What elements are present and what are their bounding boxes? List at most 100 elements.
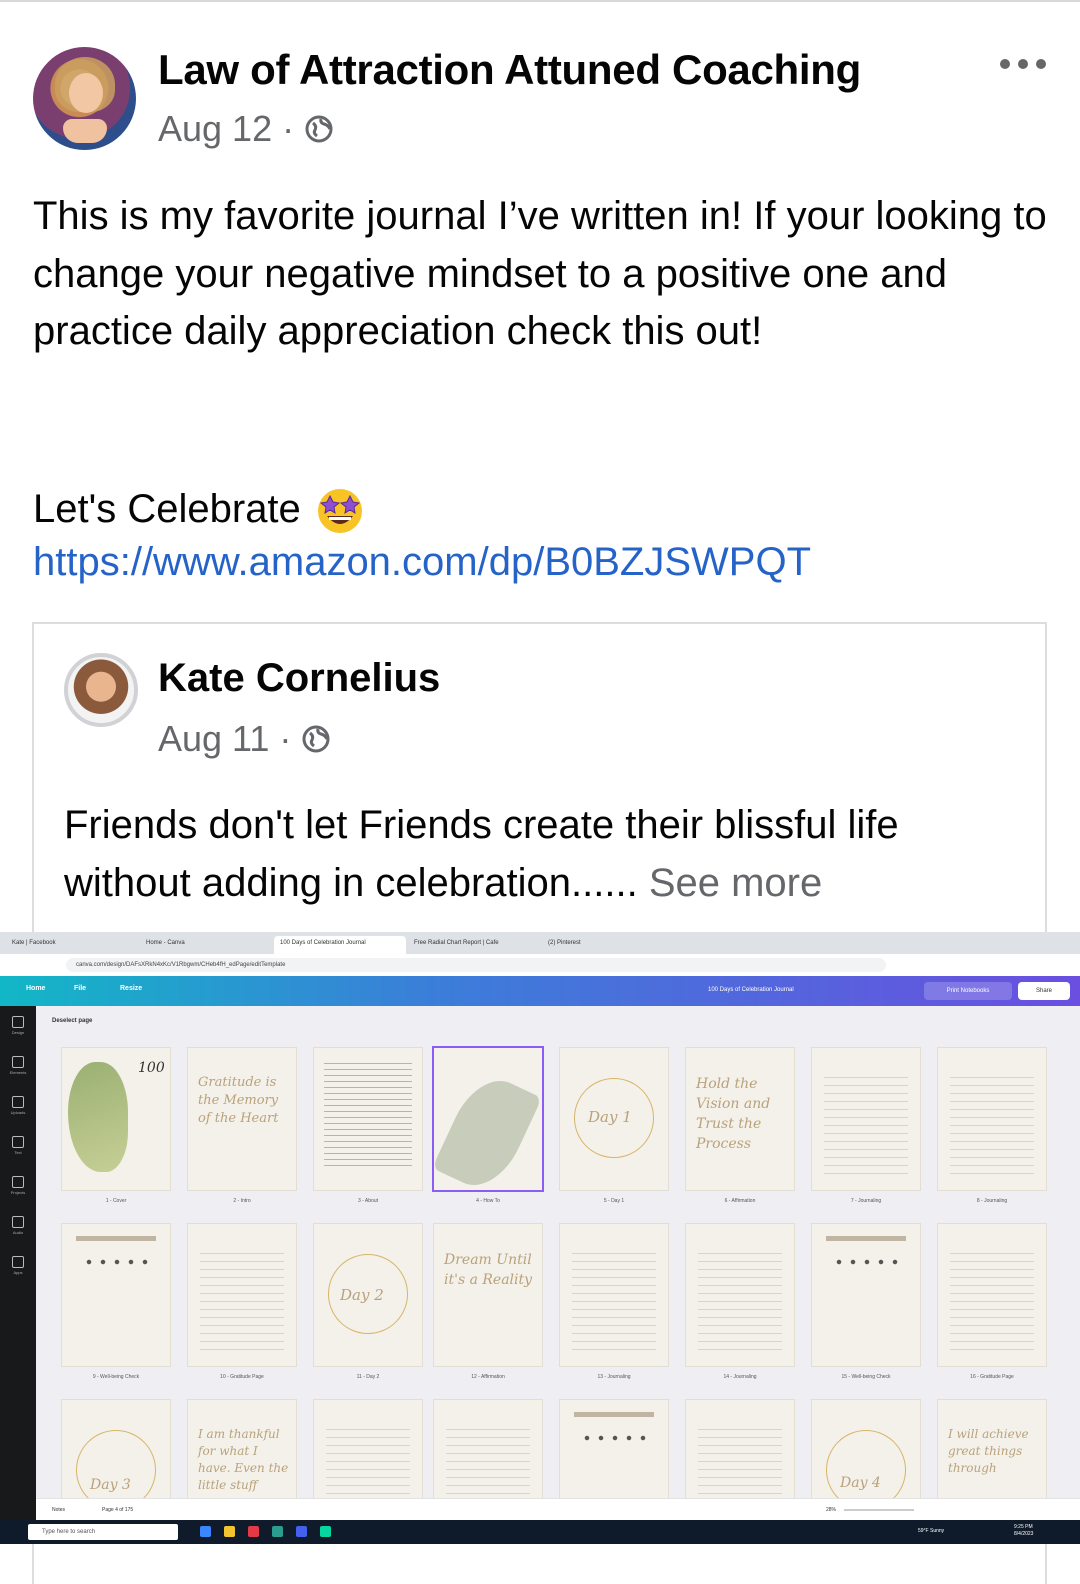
top-divider [0,0,1080,2]
more-options-icon[interactable] [1000,54,1046,74]
clock-time: 9:25 PM [1014,1524,1033,1530]
post-body: This is my favorite journal I’ve written… [33,194,1047,353]
clock[interactable]: 9:25 PM 8/4/2023 [1014,1524,1033,1538]
page-caption: 8 - Journaling [976,1198,1008,1204]
share-button[interactable]: Share [1018,982,1070,1000]
shared-body: Friends don't let Friends create their b… [64,797,1034,912]
post-date[interactable]: Aug 12 · [158,108,294,150]
home-menu[interactable]: Home [26,985,45,992]
print-notebooks-button[interactable]: Print Notebooks [924,982,1012,1000]
page-caption: 14 - Journaling [723,1374,757,1380]
taskbar-search[interactable]: Type here to search [28,1524,178,1540]
sidebar-item-design[interactable]: Design [6,1014,30,1044]
page-thumb-journaling[interactable] [812,1048,920,1190]
browser-tab[interactable]: Free Radial Chart Report | Cafe [408,936,540,954]
zoom-level[interactable]: 28% [826,1507,836,1513]
sidebar-item-uploads[interactable]: Uploads [6,1094,30,1124]
sidebar-item-audio[interactable]: Audio [6,1214,30,1244]
page-thumbnail-grid: 100 Gratitude is the Memory of the Heart… [58,1048,1048,1542]
taskbar-app-icon[interactable] [320,1526,331,1537]
shared-date[interactable]: Aug 11 · [158,718,291,760]
page-caption: 3 - About [357,1198,378,1204]
post-author[interactable]: Law of Attraction Attuned Coaching [158,46,861,94]
canva-screenshot-image[interactable]: Kate | Facebook Home - Canva 100 Days of… [0,932,1080,1544]
see-more-link[interactable]: See more [638,861,822,905]
celebrate-text: Let's Celebrate [33,486,301,531]
taskbar-app-icon[interactable] [272,1526,283,1537]
sidebar-item-elements[interactable]: Elements [6,1054,30,1084]
page-script: Hold the Vision and Trust the Process [696,1076,771,1152]
page-thumb-journaling[interactable] [560,1224,668,1366]
page-thumb-cover[interactable]: 100 [62,1048,170,1190]
page-caption: 1 - Cover [105,1198,127,1204]
taskbar-app-icon[interactable] [248,1526,259,1537]
taskbar-app-icon[interactable] [296,1526,307,1537]
notes-button[interactable]: Notes [52,1507,65,1513]
page-thumb-about[interactable] [314,1048,422,1190]
page-caption: 16 - Gratitude Page [970,1374,1014,1380]
page-thumb-wellbeing-check[interactable] [62,1224,170,1366]
shared-author[interactable]: Kate Cornelius [158,656,440,701]
page-caption: 11 - Day 2 [356,1374,380,1380]
weather-status[interactable]: 59°F Sunny [918,1528,944,1534]
amazon-link[interactable]: https://www.amazon.com/dp/B0BZJSWPQT [33,540,811,585]
address-bar: canva.com/design/DAFsXRkN4xKc/V1Rbgwm/CH… [0,954,1080,977]
page-script: I will achieve great things through [948,1427,1029,1475]
page-caption: 2 - Intro [233,1198,251,1204]
page-thumb-affirmation[interactable]: Dream Until it's a Reality [434,1224,542,1366]
page-caption: 7 - Journaling [850,1198,882,1204]
avatar-face [69,73,103,113]
page-indicator: Page 4 of 175 [102,1507,134,1513]
page-script: Day 1 [588,1108,632,1126]
browser-tab[interactable]: Kate | Facebook [6,936,138,954]
page-thumb-day1[interactable]: Day 1 [560,1048,668,1190]
page-script: I am thankful for what I have. Even the … [198,1427,289,1492]
sidebar-item-apps[interactable]: Apps [6,1254,30,1284]
page-script: Dream Until it's a Reality [444,1252,533,1288]
sidebar-item-projects[interactable]: Projects [6,1174,30,1204]
page-script: Day 4 [840,1475,881,1491]
browser-tab[interactable]: Home - Canva [140,936,272,954]
page-caption: 9 - Well-being Check [92,1374,140,1380]
url-field[interactable]: canva.com/design/DAFsXRkN4xKc/V1Rbgwm/CH… [66,958,886,972]
page-thumb-gratitude[interactable] [938,1224,1046,1366]
page-caption: 13 - Journaling [597,1374,631,1380]
canva-footer: Notes Page 4 of 175 28% [36,1498,1080,1521]
canva-sidebar: Design Elements Uploads Text Projects Au… [0,1006,36,1520]
page-avatar[interactable] [33,47,136,150]
browser-tab-active[interactable]: 100 Days of Celebration Journal [274,936,406,954]
page-caption: 12 - Affirmation [471,1374,505,1380]
page-script: Day 3 [90,1477,131,1493]
file-menu[interactable]: File [74,985,86,992]
page-script: Gratitude is the Memory of the Heart [198,1075,279,1126]
browser-tab[interactable]: (2) Pinterest [542,936,674,954]
page-thumb-gratitude[interactable] [188,1224,296,1366]
sidebar-item-text[interactable]: Text [6,1134,30,1164]
taskbar-app-icon[interactable] [224,1526,235,1537]
canva-toolbar: Home File Resize 100 Days of Celebration… [0,976,1080,1006]
zoom-slider[interactable] [844,1509,914,1511]
windows-taskbar: Type here to search 59°F Sunny 9:25 PM 8… [0,1520,1080,1544]
page-thumb-day2[interactable]: Day 2 [314,1224,422,1366]
globe-icon [302,725,330,753]
deselect-page-button[interactable]: Deselect page [52,1018,92,1024]
page-caption: 15 - Well-being Check [841,1374,891,1380]
page-thumb-journaling[interactable] [938,1048,1046,1190]
resize-menu[interactable]: Resize [120,985,142,992]
page-thumb-wellbeing-check[interactable] [812,1224,920,1366]
shared-author-avatar[interactable] [64,653,138,727]
page-thumb-journaling[interactable] [686,1224,794,1366]
document-title[interactable]: 100 Days of Celebration Journal [708,987,794,993]
clock-date: 8/4/2023 [1014,1531,1034,1537]
celebrate-line: Let's Celebrate [33,482,367,536]
page-caption: 4 - How To [476,1198,500,1204]
star-struck-emoji-icon [317,489,362,533]
browser-tab-strip: Kate | Facebook Home - Canva 100 Days of… [0,932,1080,954]
page-caption: 6 - Affirmation [724,1198,756,1204]
page-thumb-how-to[interactable] [434,1048,542,1190]
page-caption: 10 - Gratitude Page [220,1374,264,1380]
taskbar-app-icon[interactable] [200,1526,211,1537]
page-thumb-intro[interactable]: Gratitude is the Memory of the Heart [188,1048,296,1190]
page-thumb-affirmation[interactable]: Hold the Vision and Trust the Process [686,1048,794,1190]
post-meta: Aug 12 · [158,108,334,150]
